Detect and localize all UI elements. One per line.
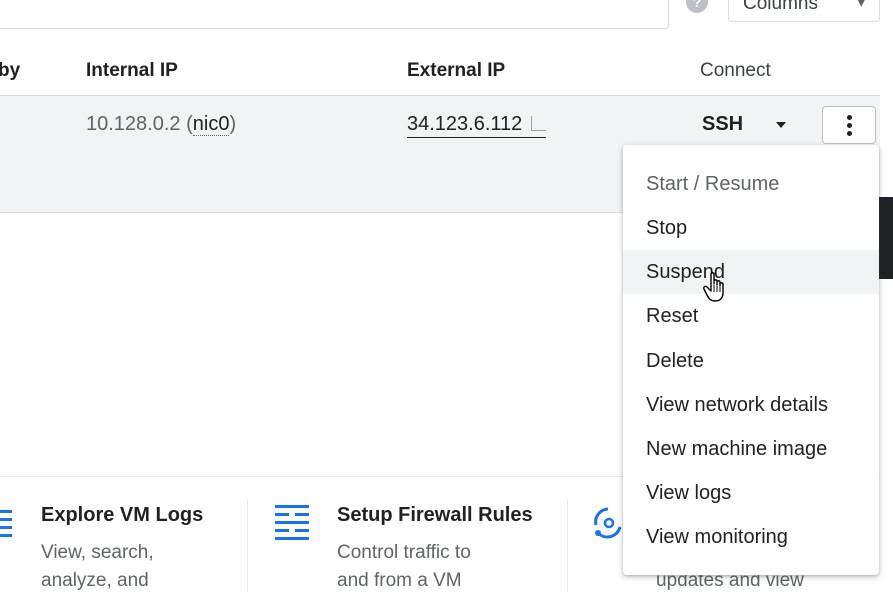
refresh-icon [594,507,622,539]
more-vert-icon-dot [847,123,852,128]
card-divider [567,500,568,592]
menu-item-view-logs[interactable]: View logs [623,471,879,515]
external-link-icon [531,116,547,131]
columns-button[interactable]: Columns ▾ [728,0,880,22]
card-desc-line: View, search, [41,542,154,563]
menu-item-suspend[interactable]: Suspend [623,250,879,294]
menu-item-view-network-details[interactable]: View network details [623,383,879,427]
more-vert-icon-dot [847,131,852,136]
chevron-down-icon: ▾ [857,0,865,11]
help-icon[interactable]: ? [686,0,708,13]
menu-item-reset[interactable]: Reset [623,294,879,338]
external-ip-link[interactable]: 34.123.6.112 [407,113,547,138]
more-actions-button[interactable] [822,106,876,144]
internal-ip-value: 10.128.0.2 [86,113,181,135]
ssh-dropdown-icon[interactable] [776,122,786,128]
logs-icon [0,508,12,538]
card-desc-line: and from a VM [337,570,462,591]
hand-cursor-icon [703,272,724,302]
columns-button-label: Columns [743,0,818,14]
card-desc-explore-logs: View, search, analyze, and [41,539,154,595]
firewall-icon [275,505,309,541]
nic-link[interactable]: nic0 [192,113,230,136]
internal-ip-cell: 10.128.0.2 (nic0) [86,113,237,136]
menu-item-new-machine-image[interactable]: New machine image [623,427,879,471]
column-header-partial[interactable]: by [0,60,20,82]
menu-item-start-resume: Start / Resume [646,173,780,195]
menu-item-delete[interactable]: Delete [623,339,879,383]
column-header-connect: Connect [700,60,771,81]
menu-item-view-monitoring[interactable]: View monitoring [623,515,879,559]
card-desc-line: analyze, and [41,570,149,591]
ssh-button[interactable]: SSH [702,113,743,136]
card-title-firewall[interactable]: Setup Firewall Rules [337,504,533,527]
filter-bar[interactable] [0,0,669,29]
card-desc-line: Control traffic to [337,542,471,563]
column-header-external-ip[interactable]: External IP [407,60,505,82]
card-title-explore-logs[interactable]: Explore VM Logs [41,504,203,527]
actions-menu: Start / Resume Stop Suspend Reset Delete… [623,145,879,575]
card-desc-firewall: Control traffic to and from a VM [337,539,471,595]
more-vert-icon [847,115,852,120]
menu-item-stop[interactable]: Stop [623,206,879,250]
external-ip-value: 34.123.6.112 [407,113,523,135]
column-header-internal-ip[interactable]: Internal IP [86,60,178,82]
card-divider [247,500,248,592]
